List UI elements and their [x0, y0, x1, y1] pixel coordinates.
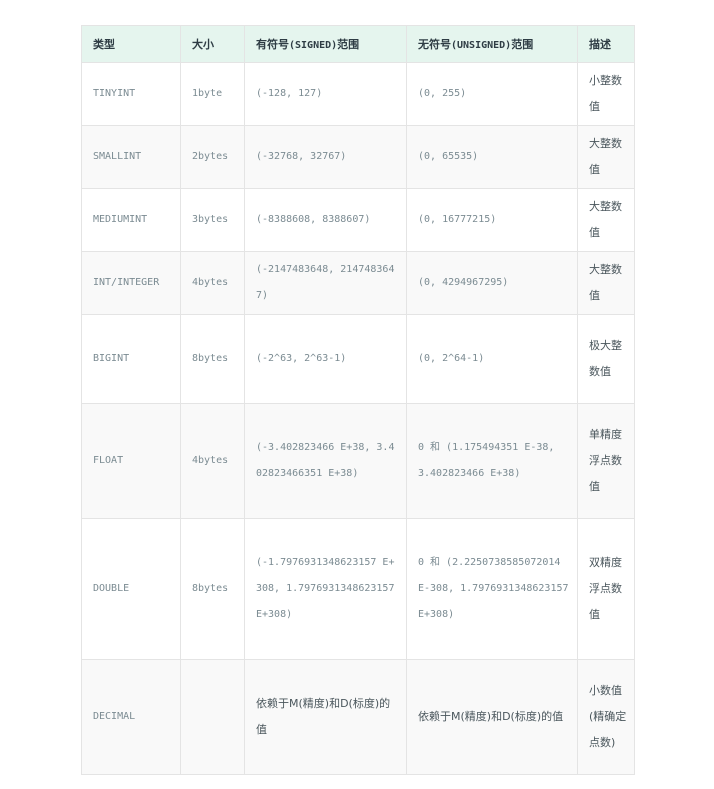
size-cell	[180, 659, 245, 775]
signed-range-cell: (-2147483648, 2147483647)	[244, 251, 407, 315]
type-cell: SMALLINT	[81, 125, 181, 189]
header-size: 大小	[180, 25, 245, 63]
unsigned-range-cell: (0, 2^64-1)	[406, 314, 578, 404]
table-row: TINYINT 1byte (-128, 127) (0, 255) 小整数值	[81, 62, 635, 126]
description-cell: 大整数值	[577, 125, 635, 189]
description-cell: 大整数值	[577, 251, 635, 315]
size-cell: 4bytes	[180, 251, 245, 315]
description-cell: 双精度浮点数值	[577, 518, 635, 660]
unsigned-range-cell: 0 和 (1.175494351 E-38, 3.402823466 E+38)	[406, 403, 578, 519]
unsigned-range-cell: 0 和 (2.2250738585072014 E-308, 1.7976931…	[406, 518, 578, 660]
type-cell: DOUBLE	[81, 518, 181, 660]
header-signed-range: 有符号(SIGNED)范围	[244, 25, 407, 63]
signed-range-cell: (-32768, 32767)	[244, 125, 407, 189]
size-cell: 8bytes	[180, 518, 245, 660]
signed-range-cell: (-2^63, 2^63-1)	[244, 314, 407, 404]
signed-range-cell: (-3.402823466 E+38, 3.402823466351 E+38)	[244, 403, 407, 519]
size-cell: 4bytes	[180, 403, 245, 519]
table-row: INT/INTEGER 4bytes (-2147483648, 2147483…	[81, 251, 635, 315]
table-header-row: 类型 大小 有符号(SIGNED)范围 无符号(UNSIGNED)范围 描述	[81, 25, 635, 63]
type-cell: INT/INTEGER	[81, 251, 181, 315]
size-cell: 3bytes	[180, 188, 245, 252]
table-row: DOUBLE 8bytes (-1.7976931348623157 E+308…	[81, 518, 635, 660]
type-cell: MEDIUMINT	[81, 188, 181, 252]
type-cell: FLOAT	[81, 403, 181, 519]
size-cell: 1byte	[180, 62, 245, 126]
signed-range-cell: 依赖于M(精度)和D(标度)的值	[244, 659, 407, 775]
table-row: SMALLINT 2bytes (-32768, 32767) (0, 6553…	[81, 125, 635, 189]
table-row: DECIMAL 依赖于M(精度)和D(标度)的值 依赖于M(精度)和D(标度)的…	[81, 659, 635, 775]
table-row: BIGINT 8bytes (-2^63, 2^63-1) (0, 2^64-1…	[81, 314, 635, 404]
table-row: FLOAT 4bytes (-3.402823466 E+38, 3.40282…	[81, 403, 635, 519]
table-row: MEDIUMINT 3bytes (-8388608, 8388607) (0,…	[81, 188, 635, 252]
header-type: 类型	[81, 25, 181, 63]
type-cell: TINYINT	[81, 62, 181, 126]
unsigned-range-cell: (0, 255)	[406, 62, 578, 126]
header-description: 描述	[577, 25, 635, 63]
signed-range-cell: (-128, 127)	[244, 62, 407, 126]
description-cell: 小整数值	[577, 62, 635, 126]
unsigned-range-cell: 依赖于M(精度)和D(标度)的值	[406, 659, 578, 775]
signed-range-cell: (-1.7976931348623157 E+308, 1.7976931348…	[244, 518, 407, 660]
description-cell: 单精度浮点数值	[577, 403, 635, 519]
unsigned-range-cell: (0, 16777215)	[406, 188, 578, 252]
type-cell: DECIMAL	[81, 659, 181, 775]
header-unsigned-range: 无符号(UNSIGNED)范围	[406, 25, 578, 63]
description-cell: 小数值(精确定点数)	[577, 659, 635, 775]
signed-range-cell: (-8388608, 8388607)	[244, 188, 407, 252]
mysql-numeric-types-table: 类型 大小 有符号(SIGNED)范围 无符号(UNSIGNED)范围 描述 T…	[81, 25, 635, 775]
unsigned-range-cell: (0, 65535)	[406, 125, 578, 189]
description-cell: 极大整数值	[577, 314, 635, 404]
size-cell: 2bytes	[180, 125, 245, 189]
size-cell: 8bytes	[180, 314, 245, 404]
unsigned-range-cell: (0, 4294967295)	[406, 251, 578, 315]
type-cell: BIGINT	[81, 314, 181, 404]
description-cell: 大整数值	[577, 188, 635, 252]
